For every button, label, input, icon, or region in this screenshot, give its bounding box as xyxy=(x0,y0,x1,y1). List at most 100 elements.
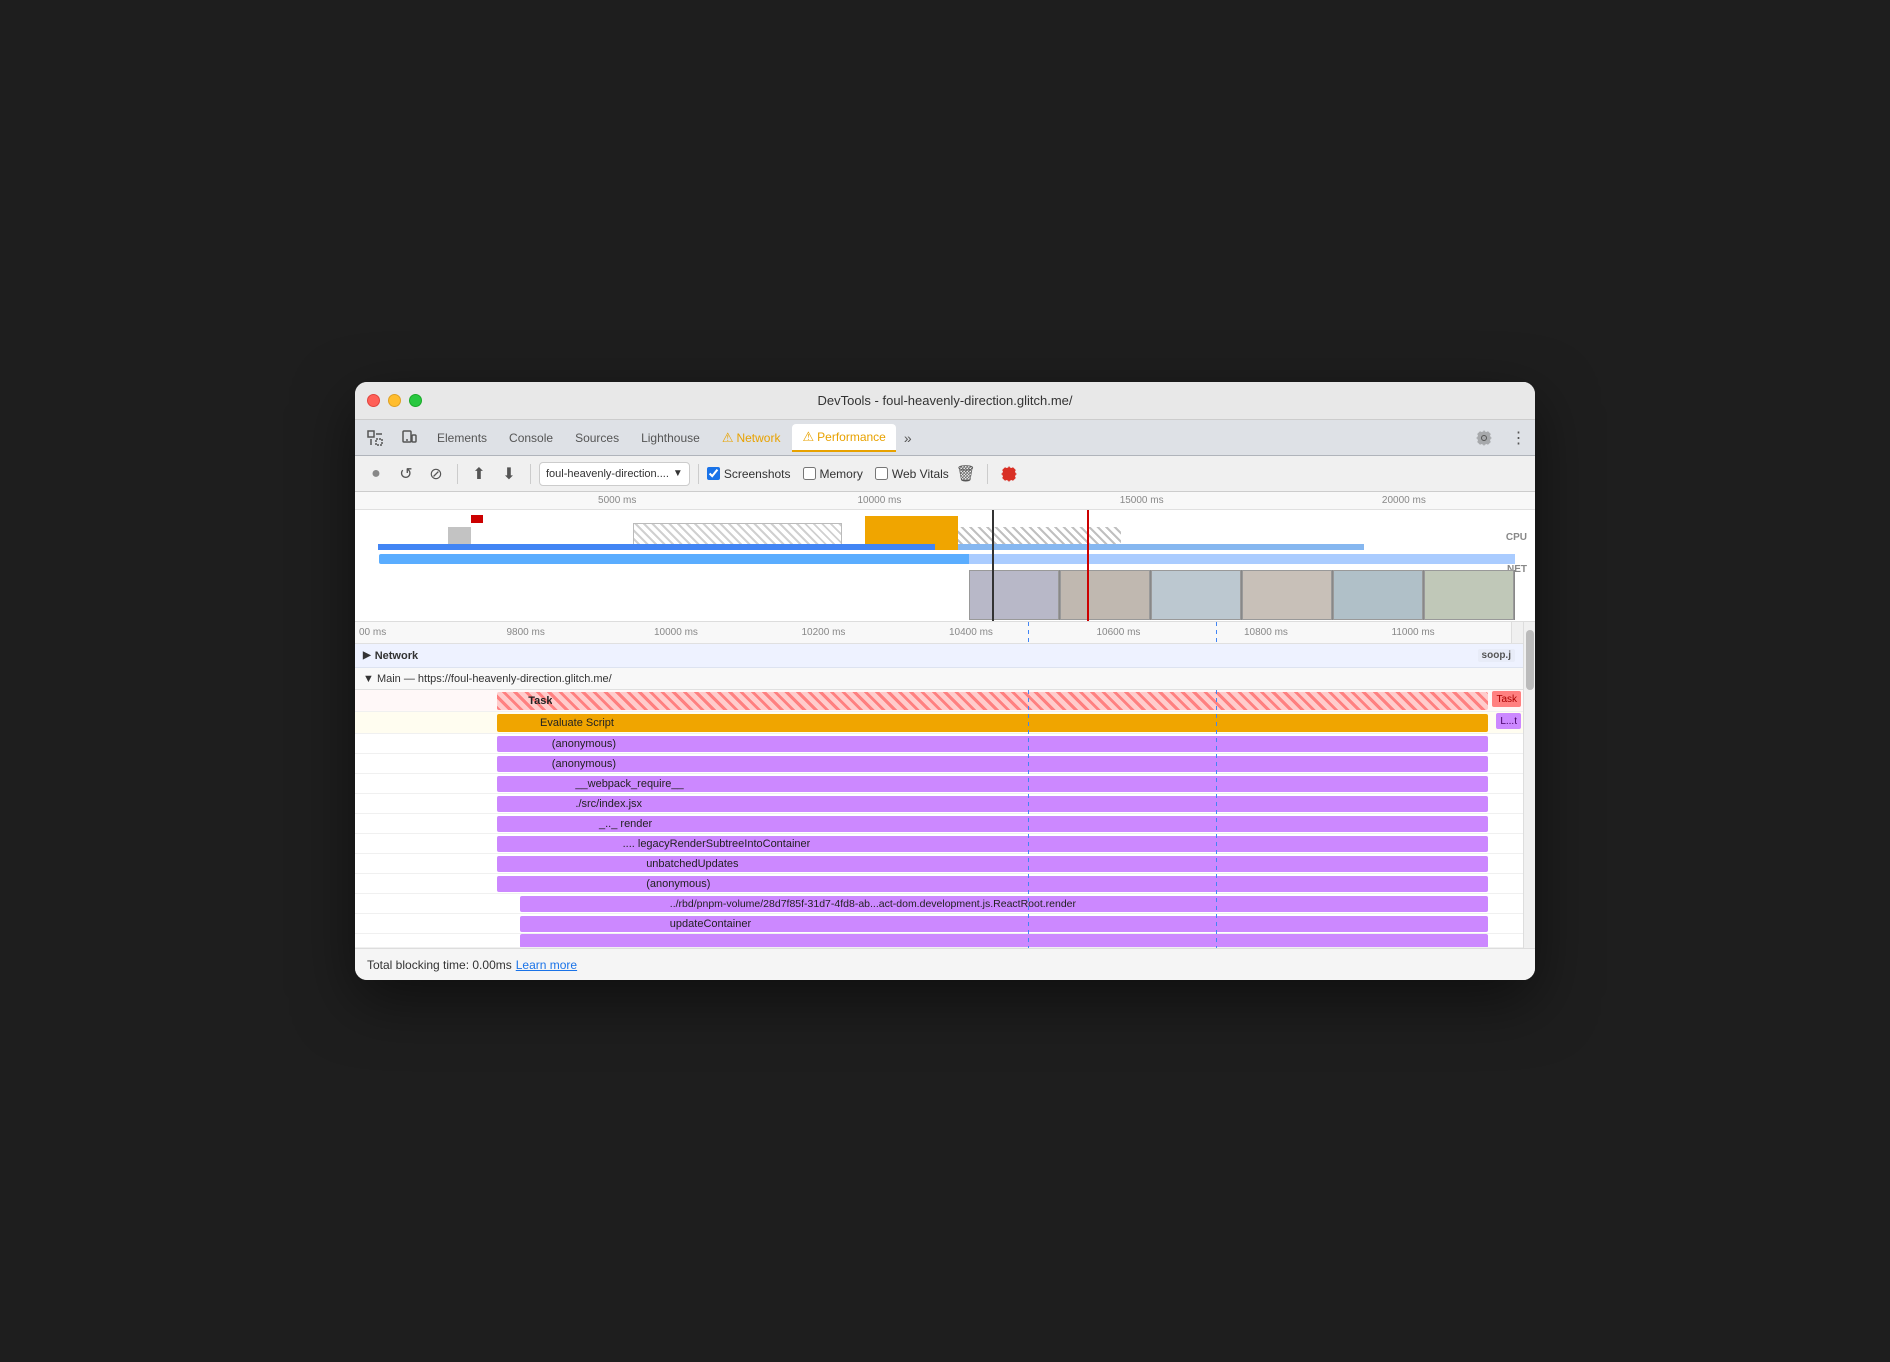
tab-performance[interactable]: ⚠ Performance xyxy=(792,424,895,452)
flame-row-reactroot[interactable]: ../rbd/pnpm-volume/28d7f85f-31d7-4fd8-ab… xyxy=(355,894,1535,914)
timeline-overview[interactable]: 5000 ms 10000 ms 15000 ms 20000 ms CPU N… xyxy=(355,492,1535,622)
scrollbar-thumb[interactable] xyxy=(1526,630,1534,690)
close-button[interactable] xyxy=(367,394,380,407)
webvitals-checkbox[interactable] xyxy=(875,467,888,480)
memory-checkbox[interactable] xyxy=(803,467,816,480)
traffic-lights xyxy=(367,394,422,407)
upload-button[interactable]: ⬆ xyxy=(466,461,492,487)
devtools-window: DevTools - foul-heavenly-direction.glitc… xyxy=(355,382,1535,980)
flame-row-anon-2[interactable]: (anonymous) xyxy=(355,754,1535,774)
flame-row-webpack[interactable]: __webpack_require__ xyxy=(355,774,1535,794)
network-toggle-arrow[interactable]: ▶ xyxy=(363,650,371,661)
mark-00ms: 00 ms xyxy=(355,627,503,638)
clear-recordings-button[interactable]: 🗑 xyxy=(953,461,979,487)
net-row-light xyxy=(969,554,1515,564)
toolbar-separator-2 xyxy=(530,464,531,484)
screenshot-2 xyxy=(1060,570,1150,620)
tab-sources[interactable]: Sources xyxy=(565,424,629,452)
title-bar: DevTools - foul-heavenly-direction.glitc… xyxy=(355,382,1535,420)
detail-vline-1 xyxy=(1028,622,1029,643)
cpu-red-1 xyxy=(471,515,483,523)
eval-badge: L...t xyxy=(1496,713,1521,729)
tab-inspect[interactable] xyxy=(359,424,391,452)
settings-red-icon xyxy=(1001,466,1017,482)
flame-row-src[interactable]: ./src/index.jsx xyxy=(355,794,1535,814)
scrollbar-area xyxy=(1511,622,1523,643)
memory-checkbox-label[interactable]: Memory xyxy=(803,467,863,481)
tab-console[interactable]: Console xyxy=(499,424,563,452)
detail-ruler-marks: 00 ms 9800 ms 10000 ms 10200 ms 10400 ms… xyxy=(355,627,1535,638)
learn-more-link[interactable]: Learn more xyxy=(516,958,577,972)
screenshot-6 xyxy=(1424,570,1514,620)
screenshots-checkbox-label[interactable]: Screenshots xyxy=(707,467,791,481)
net-blue-bar xyxy=(378,544,935,550)
toolbar-separator-3 xyxy=(698,464,699,484)
ruler-mark-0 xyxy=(355,495,486,506)
mark-9800ms: 9800 ms xyxy=(503,627,651,638)
mark-10600ms: 10600 ms xyxy=(1093,627,1241,638)
mark-10400ms: 10400 ms xyxy=(945,627,1093,638)
settings-icon-btn[interactable] xyxy=(1471,425,1497,451)
flame-row-unbatched[interactable]: unbatchedUpdates xyxy=(355,854,1535,874)
more-vert-btn[interactable]: ⋮ xyxy=(1505,425,1531,451)
tab-device[interactable] xyxy=(393,424,425,452)
url-selector[interactable]: foul-heavenly-direction.... ▼ xyxy=(539,462,690,486)
timeline-cursor-red xyxy=(1087,510,1089,622)
gear-icon xyxy=(1476,430,1492,446)
flame-row-anon-nested[interactable]: (anonymous) xyxy=(355,874,1535,894)
flame-row-task[interactable]: Task Task xyxy=(355,690,1535,712)
maximize-button[interactable] xyxy=(409,394,422,407)
cpu-row xyxy=(355,512,1515,550)
toolbar: ● ↺ ⊘ ⬆ ⬇ foul-heavenly-direction.... ▼ … xyxy=(355,456,1535,492)
ruler-mark-10000: 10000 ms xyxy=(748,495,1010,506)
inspect-icon xyxy=(367,430,383,446)
three-dots-icon: ⋮ xyxy=(1511,428,1526,448)
record-button[interactable]: ● xyxy=(363,461,389,487)
tbt-text: Total blocking time: 0.00ms xyxy=(367,958,512,972)
tab-more-button[interactable]: » xyxy=(898,430,918,446)
network-section-header[interactable]: ▶ Network soop.j xyxy=(355,644,1535,668)
detail-ruler: 00 ms 9800 ms 10000 ms 10200 ms 10400 ms… xyxy=(355,622,1535,644)
flame-row-render[interactable]: _.._ render xyxy=(355,814,1535,834)
clear-button[interactable]: ⊘ xyxy=(423,461,449,487)
detail-vline-2 xyxy=(1216,622,1217,643)
ruler-mark-20000: 20000 ms xyxy=(1273,495,1535,506)
overview-area[interactable]: CPU NET xyxy=(355,510,1535,622)
device-icon xyxy=(401,430,417,446)
tab-network[interactable]: ⚠ Network xyxy=(712,424,791,452)
minimize-button[interactable] xyxy=(388,394,401,407)
eval-bar xyxy=(497,714,1488,732)
timeline-cursor-main xyxy=(992,510,994,622)
tab-elements[interactable]: Elements xyxy=(427,424,497,452)
anon-bar-1 xyxy=(497,736,1488,752)
tab-actions: ⋮ xyxy=(1471,425,1531,451)
capture-settings-button[interactable] xyxy=(996,461,1022,487)
flame-rows: Task Task Evaluate Script L...t (anonymo… xyxy=(355,690,1535,948)
screenshot-5 xyxy=(1333,570,1423,620)
anon-bar-2 xyxy=(497,756,1488,772)
screenshot-3 xyxy=(1151,570,1241,620)
flame-row-anon-1[interactable]: (anonymous) xyxy=(355,734,1535,754)
task-bar xyxy=(497,692,1488,710)
network-badge: soop.j xyxy=(1478,649,1515,662)
flame-row-legacy[interactable]: .... legacyRenderSubtreeIntoContainer xyxy=(355,834,1535,854)
tab-lighthouse[interactable]: Lighthouse xyxy=(631,424,710,452)
warning-icon-network: ⚠ xyxy=(722,430,734,446)
mark-10800ms: 10800 ms xyxy=(1240,627,1388,638)
flame-row-eval[interactable]: Evaluate Script L...t xyxy=(355,712,1535,734)
flame-row-partial[interactable] xyxy=(355,934,1535,948)
webvitals-checkbox-label[interactable]: Web Vitals xyxy=(875,467,949,481)
src-bar xyxy=(497,796,1488,812)
flame-row-updatecontainer[interactable]: updateContainer xyxy=(355,914,1535,934)
partial-bar xyxy=(520,934,1488,948)
net-light-bar xyxy=(958,544,1364,550)
download-button[interactable]: ⬇ xyxy=(496,461,522,487)
reload-button[interactable]: ↺ xyxy=(393,461,419,487)
task-badge: Task xyxy=(1492,691,1521,707)
vertical-scrollbar[interactable] xyxy=(1523,622,1535,948)
ruler-mark-5000: 5000 ms xyxy=(486,495,748,506)
screenshot-1 xyxy=(969,570,1059,620)
screenshots-checkbox[interactable] xyxy=(707,467,720,480)
main-section-header[interactable]: ▼ Main — https://foul-heavenly-direction… xyxy=(355,668,1535,690)
detail-area: 00 ms 9800 ms 10000 ms 10200 ms 10400 ms… xyxy=(355,622,1535,948)
